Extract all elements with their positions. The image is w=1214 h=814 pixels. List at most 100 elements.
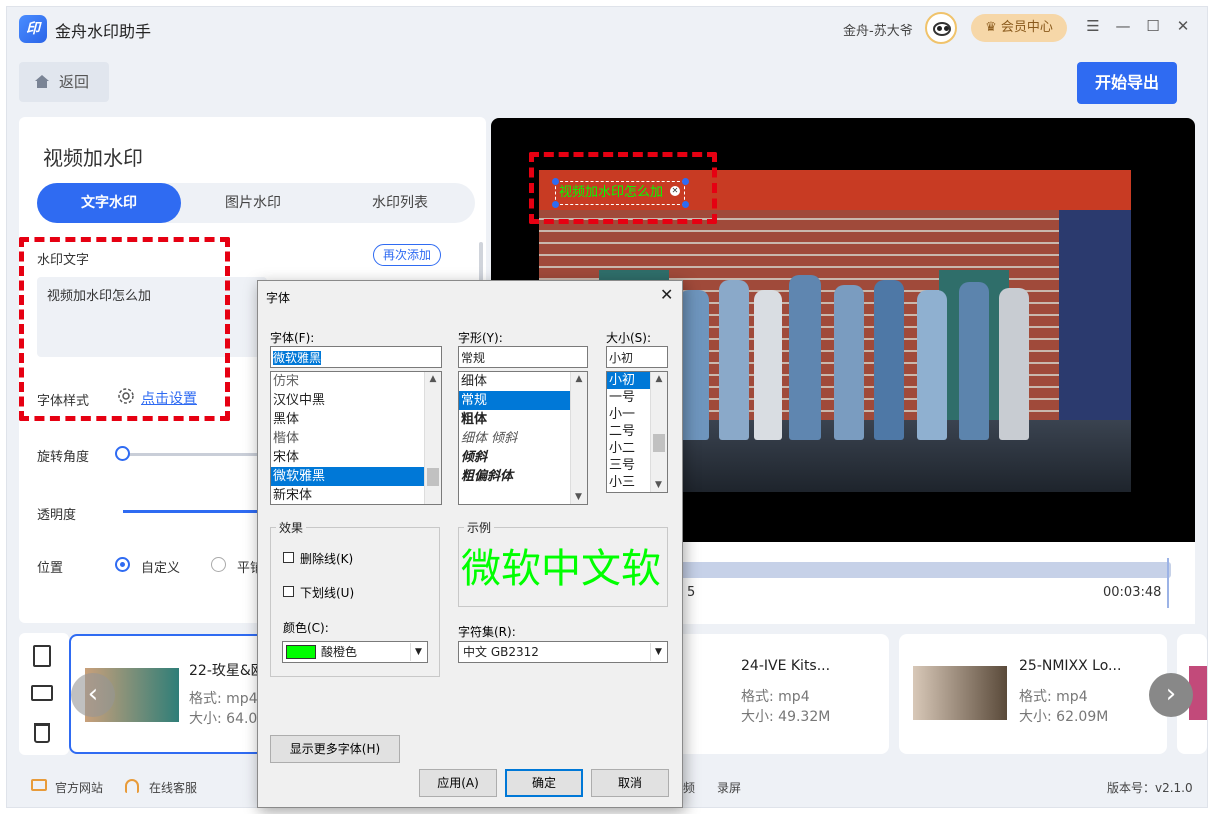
opacity-slider[interactable] xyxy=(123,510,263,513)
style-list[interactable]: 细体 常规 粗体 细体 倾斜 倾斜 粗偏斜体 ▲ ▼ xyxy=(458,371,588,505)
media-title: 25-NMIXX Lo... xyxy=(1019,658,1122,674)
style-item-selected[interactable]: 常规 xyxy=(459,391,570,410)
size-item-selected[interactable]: 小初 xyxy=(607,372,650,389)
media-size: 大小: 64.06 xyxy=(189,711,267,727)
color-swatch xyxy=(286,645,316,659)
add-file-icon[interactable] xyxy=(33,645,51,667)
timeline-track[interactable] xyxy=(651,562,1171,578)
avatar-eye xyxy=(944,26,949,31)
add-folder-icon[interactable] xyxy=(31,685,53,701)
font-label: 字体(F): xyxy=(270,331,315,345)
rotation-track[interactable] xyxy=(123,453,263,456)
readd-button[interactable]: 再次添加 xyxy=(373,244,441,266)
avatar[interactable] xyxy=(925,12,957,44)
vip-center-button[interactable]: ♛ 会员中心 xyxy=(971,14,1067,42)
style-item[interactable]: 细体 xyxy=(459,372,587,391)
font-input[interactable]: 微软雅黑 xyxy=(270,346,442,368)
chevron-down-icon[interactable]: ▼ xyxy=(650,643,666,661)
rotation-slider-knob[interactable] xyxy=(115,446,130,461)
rotation-label: 旋转角度 xyxy=(37,450,90,465)
style-item[interactable]: 粗偏斜体 xyxy=(459,467,587,486)
font-list[interactable]: 仿宋 汉仪中黑 黑体 楷体 宋体 微软雅黑 新宋体 ▲ xyxy=(270,371,442,505)
font-input-value: 微软雅黑 xyxy=(273,351,322,365)
strikeout-label: 删除线(K) xyxy=(300,552,354,566)
version-label: 版本号：v2.1.0 xyxy=(1107,781,1193,795)
scroll-up-icon[interactable]: ▲ xyxy=(651,374,667,384)
timeline-end-marker[interactable] xyxy=(1167,558,1169,608)
style-item[interactable]: 细体 倾斜 xyxy=(459,429,587,448)
font-item[interactable]: 仿宋 xyxy=(271,372,441,391)
scroll-thumb[interactable] xyxy=(653,434,665,452)
tab-image-watermark[interactable]: 图片水印 xyxy=(181,183,325,223)
underline-label: 下划线(U) xyxy=(300,586,355,600)
back-label: 返回 xyxy=(59,73,90,91)
font-item[interactable]: 楷体 xyxy=(271,429,441,448)
chevron-down-icon[interactable]: ▼ xyxy=(410,643,426,661)
export-button[interactable]: 开始导出 xyxy=(1077,62,1177,104)
scroll-up-icon[interactable]: ▲ xyxy=(425,374,441,384)
style-input[interactable]: 常规 xyxy=(458,346,588,368)
underline-checkbox[interactable] xyxy=(283,586,294,597)
charset-label: 字符集(R): xyxy=(458,625,516,639)
back-button[interactable]: 返回 xyxy=(19,62,109,102)
media-item[interactable]: 25-NMIXX Lo... 格式: mp4 大小: 62.09M xyxy=(899,634,1167,754)
prev-arrow-icon[interactable]: ‹ xyxy=(71,673,115,717)
position-radio-custom[interactable] xyxy=(115,557,130,572)
close-button[interactable]: ✕ xyxy=(1173,16,1193,36)
ok-button[interactable]: 确定 xyxy=(505,769,583,797)
more-fonts-button[interactable]: 显示更多字体(H) xyxy=(270,735,400,763)
media-format: 格式: mp4 xyxy=(189,691,258,707)
strikeout-checkbox[interactable] xyxy=(283,552,294,563)
size-list[interactable]: 小初 一号 小一 二号 小二 三号 小三 ▲ ▼ xyxy=(606,371,668,493)
font-list-scrollbar[interactable]: ▲ xyxy=(424,372,441,504)
charset-select[interactable]: 中文 GB2312 ▼ xyxy=(458,641,668,663)
frame-person xyxy=(917,290,947,440)
website-link[interactable]: 官方网站 xyxy=(55,779,103,796)
font-item[interactable]: 宋体 xyxy=(271,448,441,467)
sample-label: 示例 xyxy=(464,519,495,536)
media-format: 格式: mp4 xyxy=(741,689,810,705)
size-input[interactable]: 小初 xyxy=(606,346,668,368)
delete-icon[interactable] xyxy=(34,723,50,743)
font-item[interactable]: 新宋体 xyxy=(271,486,441,504)
total-time: 00:03:48 xyxy=(1103,585,1162,600)
opacity-label: 透明度 xyxy=(37,508,77,523)
style-item[interactable]: 粗体 xyxy=(459,410,587,429)
apply-button[interactable]: 应用(A) xyxy=(419,769,497,797)
color-value: 酸橙色 xyxy=(321,645,358,659)
headset-icon xyxy=(125,779,139,793)
app-title: 金舟水印助手 xyxy=(55,22,152,41)
scroll-down-icon[interactable]: ▼ xyxy=(655,480,662,490)
style-item[interactable]: 倾斜 xyxy=(459,448,587,467)
avatar-eye xyxy=(937,26,942,31)
user-name: 金舟-苏大爷 xyxy=(843,24,913,39)
size-label: 大小(S): xyxy=(606,331,652,345)
media-size: 大小: 49.32M xyxy=(741,709,831,725)
maximize-button[interactable]: ☐ xyxy=(1143,16,1163,36)
color-select[interactable]: 酸橙色 ▼ xyxy=(282,641,428,663)
minimize-button[interactable]: — xyxy=(1113,16,1133,36)
record-link[interactable]: 录屏 xyxy=(717,779,741,796)
size-list-scrollbar[interactable]: ▲ ▼ xyxy=(650,372,667,492)
tab-watermark-list[interactable]: 水印列表 xyxy=(325,183,475,223)
position-radio-tile[interactable] xyxy=(211,557,226,572)
style-list-scrollbar[interactable]: ▲ ▼ xyxy=(570,372,587,504)
scroll-up-icon[interactable]: ▲ xyxy=(571,374,587,384)
tab-text-watermark[interactable]: 文字水印 xyxy=(37,183,181,223)
scroll-down-icon[interactable]: ▼ xyxy=(575,492,582,502)
font-item[interactable]: 黑体 xyxy=(271,410,441,429)
next-arrow-icon[interactable]: › xyxy=(1149,673,1193,717)
font-item-selected[interactable]: 微软雅黑 xyxy=(271,467,424,486)
dialog-close-icon[interactable]: ✕ xyxy=(660,285,673,304)
highlight-box xyxy=(529,152,717,224)
cancel-button[interactable]: 取消 xyxy=(591,769,669,797)
menu-icon[interactable]: ☰ xyxy=(1083,16,1103,36)
footer-partial-link[interactable]: 频 xyxy=(683,779,695,796)
support-link[interactable]: 在线客服 xyxy=(149,779,197,796)
font-item[interactable]: 汉仪中黑 xyxy=(271,391,441,410)
color-label: 颜色(C): xyxy=(283,621,329,635)
panel-title: 视频加水印 xyxy=(43,146,143,170)
scroll-thumb[interactable] xyxy=(427,468,439,486)
panel-scrollbar[interactable] xyxy=(479,242,483,282)
current-time: 5 xyxy=(687,585,696,600)
